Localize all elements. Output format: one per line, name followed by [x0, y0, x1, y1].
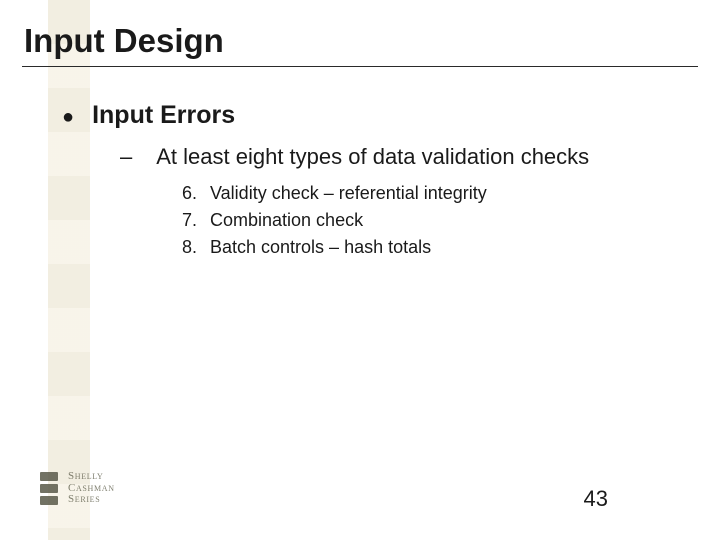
series-logo: Shelly Cashman Series — [40, 471, 115, 506]
logo-text: Shelly Cashman Series — [68, 471, 115, 506]
numbered-list: 6. Validity check – referential integrit… — [0, 170, 720, 261]
list-item: 6. Validity check – referential integrit… — [182, 180, 720, 207]
item-text: Combination check — [210, 210, 363, 231]
page-number: 43 — [584, 486, 608, 512]
bullet-marker: ● — [62, 107, 74, 127]
bullet-level2: – At least eight types of data validatio… — [0, 130, 720, 170]
list-item: 8. Batch controls – hash totals — [182, 234, 720, 261]
slide-title: Input Design — [0, 0, 720, 66]
item-number: 8. — [182, 237, 210, 258]
item-text: Validity check – referential integrity — [210, 183, 487, 204]
logo-bars-icon — [40, 472, 58, 505]
sub-text: At least eight types of data validation … — [156, 144, 589, 170]
list-item: 7. Combination check — [182, 207, 720, 234]
dash-marker: – — [120, 144, 132, 170]
bullet-level1: ● Input Errors — [0, 67, 720, 130]
bullet-text: Input Errors — [92, 101, 235, 130]
item-number: 7. — [182, 210, 210, 231]
logo-line3: Series — [68, 494, 115, 506]
item-number: 6. — [182, 183, 210, 204]
slide-content: Input Design ● Input Errors – At least e… — [0, 0, 720, 261]
item-text: Batch controls – hash totals — [210, 237, 431, 258]
